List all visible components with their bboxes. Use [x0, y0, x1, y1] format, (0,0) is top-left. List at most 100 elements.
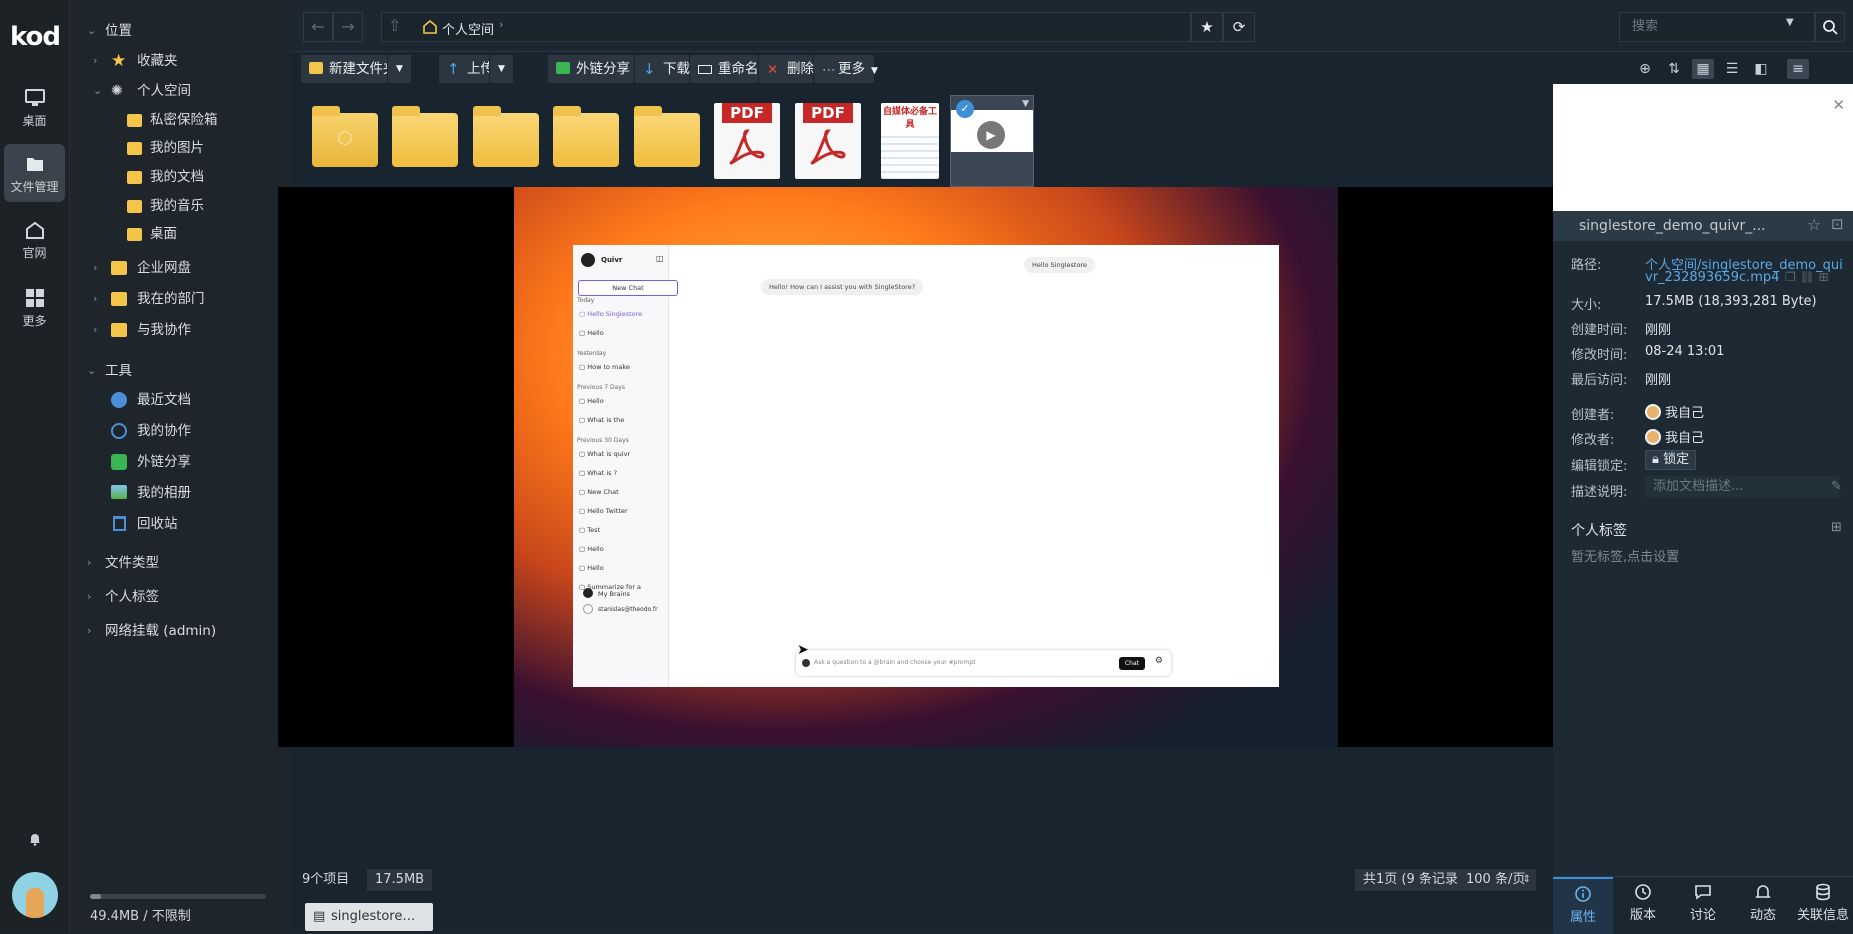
- back-button[interactable]: ←: [303, 12, 333, 42]
- toggle-panel-button[interactable]: ≡: [1787, 59, 1809, 79]
- created-key: 创建时间:: [1571, 323, 1628, 338]
- taskbar-item[interactable]: ▤ singlestore…: [305, 903, 433, 931]
- composer-placeholder: Ask a question to a @brain and choose yo…: [814, 659, 976, 666]
- tab-related[interactable]: 关联信息: [1793, 877, 1853, 934]
- quota-text: 49.4MB / 不限制: [90, 909, 191, 924]
- video-viewer[interactable]: Quivr ◫ New Chat Today ▢ Hello Singlestor…: [278, 187, 1574, 747]
- new-folder-dropdown[interactable]: ▼: [387, 55, 411, 83]
- file-item-video-selected[interactable]: ▶ ✓ ▼: [950, 95, 1034, 187]
- file-item-image[interactable]: 自媒体必备工具: [869, 97, 945, 183]
- history-item: ▢ Hello: [579, 329, 604, 337]
- star-icon[interactable]: ☆: [1807, 215, 1821, 234]
- tab-versions[interactable]: 版本: [1613, 877, 1673, 934]
- refresh-button[interactable]: ⟳: [1223, 12, 1255, 42]
- database-icon: [1816, 883, 1830, 901]
- share-link-button[interactable]: 外链分享: [548, 55, 634, 83]
- rail-file-manager-label: 文件管理: [10, 180, 59, 194]
- check-icon[interactable]: ✓: [956, 100, 974, 118]
- folder-icon: [553, 106, 619, 167]
- item-menu-icon[interactable]: ▼: [1022, 99, 1029, 109]
- pdf-icon: PDF: [795, 103, 861, 179]
- lock-badge-icon: ⬡: [337, 128, 353, 149]
- tab-properties[interactable]: 属性: [1553, 877, 1613, 934]
- path-value-2[interactable]: vr_232893659c.mp4: [1645, 270, 1779, 285]
- app-logo: kod: [9, 22, 61, 52]
- file-item-folder-2[interactable]: [467, 97, 543, 183]
- file-item-folder-1[interactable]: [386, 97, 462, 183]
- per-page-select[interactable]: 100 条/页 ⇕: [1458, 869, 1536, 891]
- size-value: 17.5MB (18,393,281 Byte): [1645, 294, 1817, 309]
- file-item-folder-3[interactable]: [547, 97, 623, 183]
- trash-icon: [113, 516, 126, 531]
- rail-official-site[interactable]: 官网: [4, 210, 65, 268]
- history-item: ▢ Hello Singlestore: [579, 310, 643, 318]
- search-dropdown-icon[interactable]: ▼: [1786, 17, 1794, 28]
- copy-icon[interactable]: ❐ ⛓ ⊞: [1785, 270, 1829, 284]
- user-email: stanislas@theodo.fr: [598, 606, 658, 613]
- download-button[interactable]: ↓ 下载: [635, 55, 690, 83]
- history-item: ▢ Hello: [579, 564, 604, 572]
- modifier-key: 修改者:: [1571, 433, 1615, 448]
- tab-activity[interactable]: 动态: [1733, 877, 1793, 934]
- upload-button[interactable]: ↑ 上传: [439, 55, 494, 83]
- left-rail: kod 桌面 文件管理 官网 更多: [0, 0, 70, 933]
- folder-icon: [127, 200, 142, 213]
- forward-button[interactable]: →: [333, 12, 363, 42]
- file-item-pdf-1[interactable]: PDF: [708, 97, 784, 183]
- close-icon[interactable]: ✕: [1832, 96, 1845, 114]
- edit-icon[interactable]: ✎: [1831, 479, 1842, 494]
- file-item-folder-4[interactable]: [628, 97, 704, 183]
- lock-icon: 🔒︎: [1652, 452, 1659, 467]
- zoom-button[interactable]: ⊕: [1634, 59, 1656, 79]
- rail-desktop[interactable]: 桌面: [4, 78, 65, 136]
- clock-icon: [111, 392, 127, 408]
- view-split-button[interactable]: ◧: [1750, 59, 1772, 79]
- history-section-header: Today: [577, 297, 595, 304]
- new-folder-button[interactable]: 新建文件夹: [301, 55, 397, 83]
- upload-dropdown[interactable]: ▼: [489, 55, 513, 83]
- up-icon[interactable]: ⇧: [388, 16, 401, 35]
- tab-discussion[interactable]: 讨论: [1673, 877, 1733, 934]
- accessed-key: 最后访问:: [1571, 373, 1628, 388]
- path-segment[interactable]: 个人空间: [442, 19, 494, 38]
- my-brains: My Brains: [598, 590, 630, 598]
- view-list-button[interactable]: ☰: [1721, 59, 1743, 79]
- rail-file-manager[interactable]: 文件管理: [4, 144, 65, 202]
- size-key: 大小:: [1571, 298, 1602, 313]
- history-section-header: Previous 7 Days: [577, 384, 625, 391]
- star-button[interactable]: ★: [1191, 12, 1223, 42]
- lock-button[interactable]: 🔒︎ 锁定: [1645, 450, 1697, 470]
- rename-button[interactable]: 重命名: [690, 55, 759, 83]
- bell-icon[interactable]: [28, 832, 42, 846]
- file-item-vault[interactable]: ⬡: [306, 97, 382, 183]
- app-logo-icon: [581, 253, 595, 267]
- creator-value[interactable]: 我自己: [1645, 402, 1704, 421]
- rail-more[interactable]: 更多: [4, 278, 65, 336]
- total-size: 17.5MB: [367, 869, 433, 891]
- tags-empty[interactable]: 暂无标签,点击设置: [1571, 546, 1679, 565]
- search-button[interactable]: [1815, 12, 1845, 42]
- file-item-pdf-2[interactable]: PDF: [789, 97, 865, 183]
- history-section-header: Yesterday: [577, 350, 607, 357]
- cursor-icon: ➤: [797, 642, 809, 658]
- history-item: ▢ Hello: [579, 397, 604, 405]
- pin-icon[interactable]: ⊡: [1831, 215, 1844, 233]
- tag-add-icon[interactable]: ⊞: [1831, 520, 1842, 535]
- chevron-right-icon: ›: [87, 556, 92, 569]
- view-grid-button[interactable]: ▦: [1692, 59, 1714, 79]
- avatar: [1645, 404, 1661, 420]
- panel-tabs: 属性 版本 讨论 动态 关联信息: [1553, 876, 1853, 934]
- more-button[interactable]: ⋯ 更多 ▼: [814, 55, 878, 83]
- desc-input[interactable]: 添加文档描述...: [1645, 476, 1839, 498]
- modifier-value[interactable]: 我自己: [1645, 427, 1704, 446]
- address-bar[interactable]: ⇧ 个人空间 ›: [381, 12, 1191, 42]
- comment-icon: [1695, 885, 1711, 900]
- rail-desktop-label: 桌面: [22, 114, 47, 128]
- delete-button[interactable]: ✕ 删除: [759, 55, 814, 83]
- created-value: 刚刚: [1645, 323, 1672, 338]
- brain-icon: [802, 659, 810, 667]
- user-avatar[interactable]: [12, 872, 58, 918]
- home-icon: [25, 221, 44, 239]
- history-item: ▢ What is quivr: [579, 450, 631, 458]
- sort-button[interactable]: ⇅: [1663, 59, 1685, 79]
